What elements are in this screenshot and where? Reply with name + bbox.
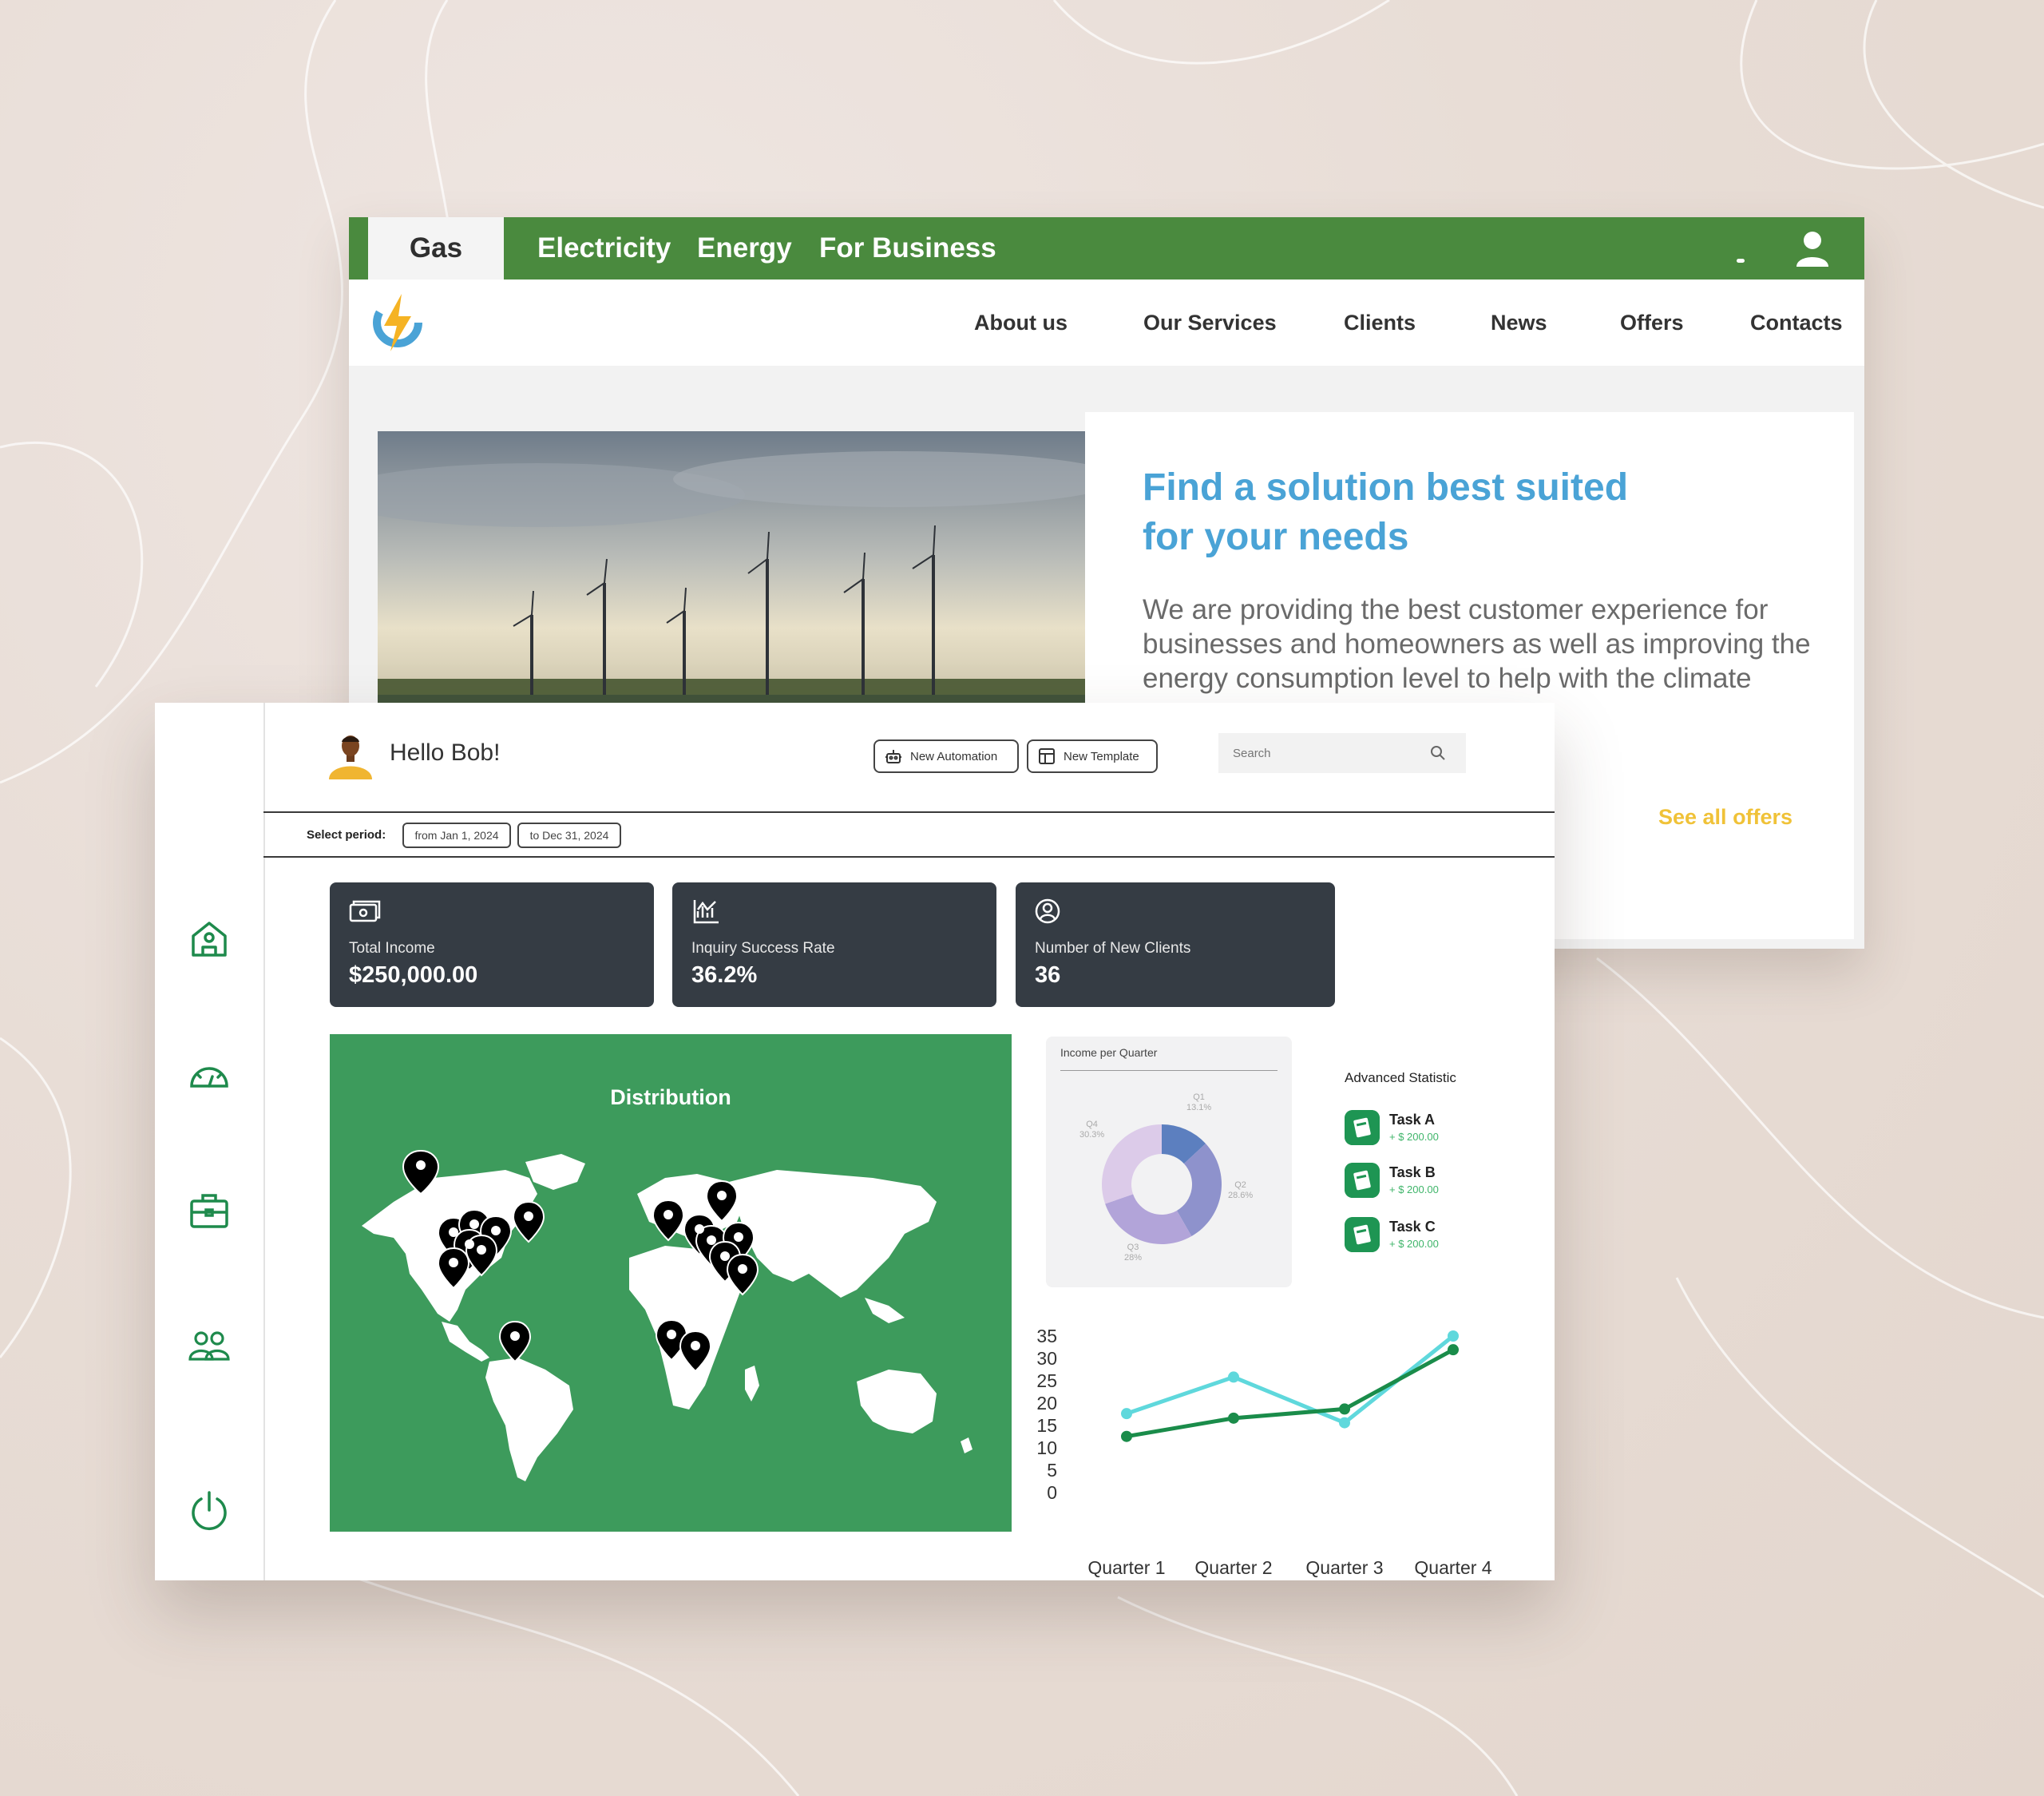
kpi-label: Total Income bbox=[349, 940, 435, 957]
donut-slice-q4 bbox=[1102, 1124, 1162, 1204]
series-1-point bbox=[1228, 1371, 1239, 1383]
series-line-2 bbox=[1126, 1347, 1455, 1439]
dashboard-window: Hello Bob! New Automation New Template S… bbox=[155, 703, 1555, 1580]
nav-contacts[interactable]: Contacts bbox=[1750, 280, 1843, 366]
new-template-label: New Template bbox=[1064, 749, 1139, 763]
donut-slice-q3 bbox=[1105, 1194, 1192, 1244]
task-name: Task C bbox=[1389, 1219, 1436, 1235]
speedometer-icon[interactable] bbox=[188, 1054, 230, 1096]
quarterly-line-chart: 35 30 25 20 15 10 5 0 Quarter 1 Quarter … bbox=[1025, 1326, 1552, 1581]
tab-electricity[interactable]: Electricity bbox=[537, 217, 671, 280]
new-automation-label: New Automation bbox=[910, 749, 998, 763]
nav-our-services[interactable]: Our Services bbox=[1143, 280, 1277, 366]
main-navigation: About us Our Services Clients News Offer… bbox=[349, 280, 1864, 366]
briefcase-icon[interactable] bbox=[188, 1190, 230, 1231]
nav-about-us[interactable]: About us bbox=[974, 280, 1068, 366]
task-b[interactable]: Task B + $ 200.00 bbox=[1345, 1161, 1504, 1199]
series-line-1 bbox=[1126, 1334, 1455, 1425]
robot-icon bbox=[885, 750, 901, 763]
sidebar bbox=[155, 703, 265, 1580]
lightning-logo-icon[interactable] bbox=[370, 291, 426, 355]
donut-title-rule bbox=[1060, 1070, 1278, 1071]
money-icon bbox=[349, 900, 381, 922]
search-icon[interactable] bbox=[1429, 744, 1447, 762]
tab-gas[interactable]: Gas bbox=[368, 217, 504, 280]
kpi-total-income[interactable]: Total Income $250,000.00 bbox=[330, 882, 654, 1007]
task-icon bbox=[1345, 1217, 1380, 1252]
hero-title: Find a solution best suited for your nee… bbox=[1143, 466, 1629, 558]
series-2-point bbox=[1339, 1403, 1350, 1415]
user-icon[interactable] bbox=[1792, 228, 1832, 268]
slice-label-q3: Q3 28% bbox=[1124, 1243, 1143, 1263]
series-1-point bbox=[1448, 1330, 1459, 1342]
task-name: Task B bbox=[1389, 1164, 1436, 1180]
hero-description: We are providing the best customer exper… bbox=[1143, 594, 1811, 694]
new-automation-button[interactable]: New Automation bbox=[873, 739, 1019, 773]
category-tab-bar: Gas Electricity Energy For Business bbox=[349, 217, 1864, 280]
slice-label-q1: Q1 13.1% bbox=[1186, 1092, 1212, 1112]
income-per-quarter-card: Income per Quarter Q1 13.1% Q2 28.6% Q3 28%… bbox=[1046, 1037, 1292, 1287]
donut-title: Income per Quarter bbox=[1060, 1046, 1158, 1059]
period-to-field[interactable]: to Dec 31, 2024 bbox=[517, 823, 621, 848]
series-2-point bbox=[1228, 1412, 1239, 1424]
task-c[interactable]: Task C + $ 200.00 bbox=[1345, 1215, 1504, 1254]
period-label: Select period: bbox=[307, 828, 386, 842]
tab-for-business[interactable]: For Business bbox=[819, 217, 996, 280]
donut-chart bbox=[1102, 1124, 1222, 1244]
kpi-value: 36.2% bbox=[691, 962, 758, 988]
series-1-point bbox=[1339, 1417, 1350, 1429]
header-divider bbox=[263, 811, 1555, 813]
task-amount: + $ 200.00 bbox=[1389, 1131, 1439, 1143]
chart-icon bbox=[693, 900, 719, 924]
indicator-dot bbox=[1737, 259, 1745, 263]
distribution-map: Distribution bbox=[330, 1034, 1012, 1532]
kpi-value: 36 bbox=[1035, 962, 1061, 988]
home-icon[interactable] bbox=[188, 918, 230, 960]
task-icon bbox=[1345, 1163, 1380, 1198]
series-2-point bbox=[1121, 1430, 1132, 1442]
kpi-label: Inquiry Success Rate bbox=[691, 940, 835, 957]
kpi-new-clients[interactable]: Number of New Clients 36 bbox=[1016, 882, 1335, 1007]
series-1-point bbox=[1121, 1408, 1132, 1420]
kpi-inquiry-success-rate[interactable]: Inquiry Success Rate 36.2% bbox=[672, 882, 996, 1007]
slice-label-q2: Q2 28.6% bbox=[1228, 1180, 1254, 1200]
avatar[interactable] bbox=[326, 730, 375, 779]
nav-clients[interactable]: Clients bbox=[1344, 280, 1416, 366]
line-plot-area bbox=[1121, 1330, 1459, 1442]
nav-news[interactable]: News bbox=[1491, 280, 1547, 366]
tab-energy[interactable]: Energy bbox=[697, 217, 792, 280]
x-tick-label: Quarter 3 bbox=[1305, 1557, 1384, 1578]
wind-turbine-photo bbox=[378, 431, 1094, 712]
series-2-point bbox=[1448, 1344, 1459, 1356]
users-icon[interactable] bbox=[188, 1326, 230, 1367]
x-tick-label: Quarter 4 bbox=[1414, 1557, 1492, 1578]
task-icon bbox=[1345, 1110, 1380, 1145]
advanced-statistic-title: Advanced Statistic bbox=[1345, 1070, 1456, 1085]
template-icon bbox=[1039, 748, 1055, 764]
task-amount: + $ 200.00 bbox=[1389, 1183, 1439, 1195]
see-all-offers-link[interactable]: See all offers bbox=[1658, 805, 1792, 830]
dashboard-header: Hello Bob! New Automation New Template bbox=[263, 703, 1555, 815]
x-tick-label: Quarter 1 bbox=[1087, 1557, 1166, 1578]
power-icon[interactable] bbox=[188, 1489, 230, 1531]
new-template-button[interactable]: New Template bbox=[1027, 739, 1158, 773]
x-tick-label: Quarter 2 bbox=[1194, 1557, 1273, 1578]
slice-label-q4: Q4 30.3% bbox=[1079, 1120, 1105, 1140]
user-circle-icon bbox=[1035, 898, 1060, 924]
task-a[interactable]: Task A + $ 200.00 bbox=[1345, 1108, 1504, 1147]
greeting: Hello Bob! bbox=[390, 739, 501, 766]
task-name: Task A bbox=[1389, 1112, 1436, 1128]
kpi-value: $250,000.00 bbox=[349, 962, 478, 988]
kpi-label: Number of New Clients bbox=[1035, 940, 1191, 957]
period-divider bbox=[263, 856, 1555, 858]
nav-offers[interactable]: Offers bbox=[1620, 280, 1684, 366]
task-amount: + $ 200.00 bbox=[1389, 1238, 1439, 1250]
period-from-field[interactable]: from Jan 1, 2024 bbox=[402, 823, 511, 848]
map-title: Distribution bbox=[610, 1085, 731, 1109]
